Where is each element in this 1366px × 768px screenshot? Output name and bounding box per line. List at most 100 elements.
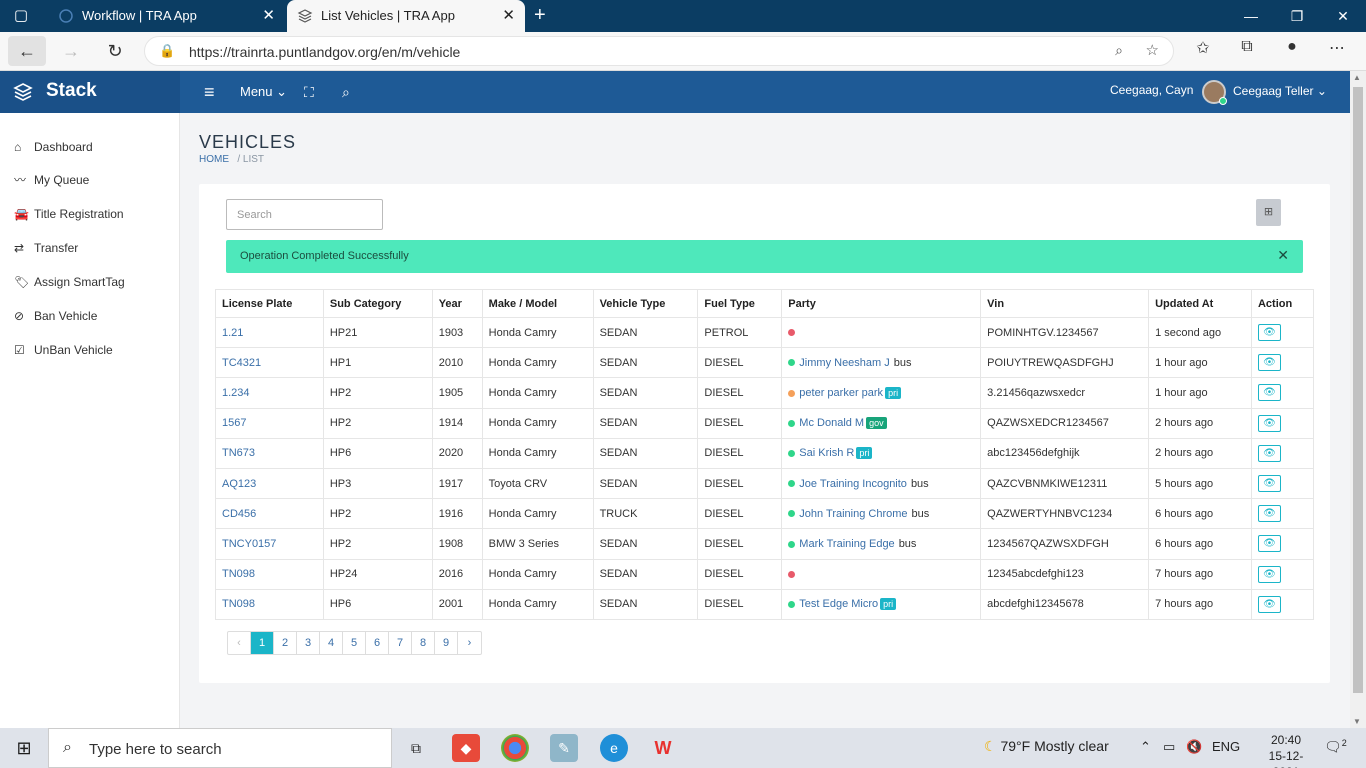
back-icon[interactable]: ← [8, 36, 46, 66]
cell-plate[interactable]: TNCY0157 [215, 528, 324, 560]
sidebar-item-my-queue[interactable]: 〰 My Queue [14, 170, 89, 190]
scroll-down-icon[interactable]: ▼ [1353, 717, 1361, 726]
pagination-page[interactable]: 4 [320, 632, 343, 654]
party-link[interactable]: John Training Chrome [799, 508, 907, 520]
cell-plate[interactable]: AQ123 [215, 467, 324, 500]
pagination-prev[interactable]: ‹ [228, 632, 251, 654]
edge-icon[interactable]: e [600, 734, 628, 762]
forward-icon[interactable]: → [52, 36, 90, 66]
grid-view-icon[interactable]: ⊞ [1256, 199, 1281, 226]
collections-icon[interactable]: ⧉ [1234, 38, 1260, 56]
chrome-icon[interactable] [501, 734, 529, 762]
add-favorite-icon[interactable]: ☆ [1146, 41, 1159, 59]
system-clock[interactable]: 20:40 15-12-2021 [1256, 732, 1316, 768]
notepad-icon[interactable]: ✎ [550, 734, 578, 762]
view-eye-icon[interactable]: 👁 [1257, 505, 1281, 523]
new-tab-icon[interactable]: + [534, 4, 546, 26]
party-link[interactable]: Sai Krish R [799, 447, 854, 459]
view-eye-icon[interactable]: 👁 [1257, 475, 1281, 493]
pagination-page[interactable]: 7 [389, 632, 412, 654]
more-options-icon[interactable]: ⋯ [1324, 38, 1350, 58]
search-input[interactable] [226, 199, 383, 230]
address-bar[interactable]: 🔒 https://trainrta.puntlandgov.org/en/m/… [144, 36, 1174, 66]
task-view-icon[interactable]: ⧉ [402, 734, 430, 762]
party-link[interactable]: Mark Training Edge [799, 538, 894, 550]
sidebar-item-dashboard[interactable]: ⌂ Dashboard [14, 137, 93, 157]
weather-widget[interactable]: ☾ 79°F Mostly clear [984, 738, 1109, 755]
tray-chevron-up-icon[interactable]: ⌃ [1140, 739, 1151, 755]
cell-plate[interactable]: TN673 [215, 437, 324, 469]
column-header[interactable]: Year [431, 289, 483, 318]
column-header[interactable]: Make / Model [481, 289, 594, 318]
language-indicator[interactable]: ENG [1212, 739, 1240, 754]
cell-plate[interactable]: 1567 [215, 407, 324, 439]
sidebar-item-unban-vehicle[interactable]: ☑ UnBan Vehicle [14, 340, 113, 360]
party-link[interactable]: Joe Training Incognito [799, 478, 907, 490]
avatar[interactable] [1202, 80, 1227, 105]
scroll-up-icon[interactable]: ▲ [1353, 73, 1361, 82]
close-tab-icon[interactable]: ✕ [262, 0, 275, 32]
party-link[interactable]: peter parker park [799, 387, 883, 399]
pagination-page[interactable]: 6 [366, 632, 389, 654]
wps-office-icon[interactable]: W [649, 734, 677, 762]
volume-muted-icon[interactable]: 🔇 [1186, 739, 1202, 755]
view-eye-icon[interactable]: 👁 [1257, 384, 1281, 402]
sidebar-item-ban-vehicle[interactable]: ⊘ Ban Vehicle [14, 306, 97, 326]
notifications-icon[interactable]: 🗨2 [1324, 738, 1347, 756]
menu-dropdown[interactable]: Menu ⌄ [240, 71, 287, 113]
network-icon[interactable]: ▭ [1163, 739, 1175, 755]
view-eye-icon[interactable]: 👁 [1257, 414, 1281, 432]
cell-plate[interactable]: CD456 [215, 498, 324, 530]
view-eye-icon[interactable]: 👁 [1257, 535, 1281, 553]
column-header[interactable]: Party [781, 289, 982, 318]
close-tab-icon[interactable]: ✕ [502, 0, 515, 32]
restore-icon[interactable]: ❐ [1274, 0, 1320, 32]
tab-actions-icon[interactable]: ▢ [12, 7, 30, 25]
pagination-page[interactable]: 9 [435, 632, 458, 654]
column-header[interactable]: Sub Category [322, 289, 433, 318]
close-window-icon[interactable]: ✕ [1320, 0, 1366, 32]
pagination-page[interactable]: 2 [274, 632, 297, 654]
view-eye-icon[interactable]: 👁 [1257, 324, 1281, 342]
favorites-icon[interactable]: ✩ [1190, 38, 1216, 58]
windows-start-icon[interactable]: ⊞ [0, 728, 48, 768]
reload-icon[interactable]: ↻ [96, 36, 134, 66]
pagination-page[interactable]: 8 [412, 632, 435, 654]
pagination-page[interactable]: 5 [343, 632, 366, 654]
column-header[interactable]: Fuel Type [697, 289, 783, 318]
column-header[interactable]: Vin [980, 289, 1150, 318]
view-eye-icon[interactable]: 👁 [1257, 354, 1281, 372]
pagination-page[interactable]: 1 [251, 632, 274, 654]
close-alert-icon[interactable]: ✕ [1277, 247, 1289, 264]
sidebar-item-title-registration[interactable]: 🚘 Title Registration [14, 204, 124, 224]
pagination-next[interactable]: › [458, 632, 481, 654]
cell-plate[interactable]: 1.21 [215, 316, 324, 349]
view-eye-icon[interactable]: 👁 [1257, 444, 1281, 462]
party-link[interactable]: Mc Donald M [799, 417, 864, 429]
column-header[interactable]: License Plate [215, 289, 324, 318]
column-header[interactable]: Vehicle Type [592, 289, 699, 318]
zoom-icon[interactable]: ⌕ [1115, 42, 1123, 59]
view-eye-icon[interactable]: 👁 [1257, 565, 1281, 583]
taskbar-search[interactable]: ⌕ Type here to search [48, 728, 392, 768]
fullscreen-icon[interactable]: ⛶ [304, 71, 314, 113]
view-eye-icon[interactable]: 👁 [1257, 595, 1281, 613]
cell-plate[interactable]: TN098 [215, 558, 324, 590]
sidebar-item-assign-smarttag[interactable]: 🏷 Assign SmartTag [14, 272, 125, 292]
browser-tab-list-vehicles[interactable]: List Vehicles | TRA App ✕ [287, 0, 525, 32]
search-icon[interactable]: ⌕ [342, 71, 350, 113]
user-role-dropdown[interactable]: Ceegaag Teller ⌄ [1233, 84, 1327, 98]
cell-plate[interactable]: TN098 [215, 588, 324, 620]
browser-tab-workflow[interactable]: Workflow | TRA App ✕ [48, 0, 285, 32]
cell-plate[interactable]: 1.234 [215, 377, 324, 409]
page-scrollbar[interactable]: ▲ ▼ [1350, 71, 1366, 728]
minimize-icon[interactable]: — [1228, 0, 1274, 32]
app-icon-red[interactable]: ◆ [452, 734, 480, 762]
breadcrumb-home[interactable]: HOME [199, 154, 229, 165]
column-header[interactable]: Updated At [1148, 289, 1252, 318]
party-link[interactable]: Jimmy Neesham J [799, 357, 889, 369]
scroll-thumb[interactable] [1353, 87, 1363, 693]
sidebar-item-transfer[interactable]: ⇄ Transfer [14, 238, 78, 258]
party-link[interactable]: Test Edge Micro [799, 598, 878, 610]
brand[interactable]: Stack [0, 71, 180, 113]
